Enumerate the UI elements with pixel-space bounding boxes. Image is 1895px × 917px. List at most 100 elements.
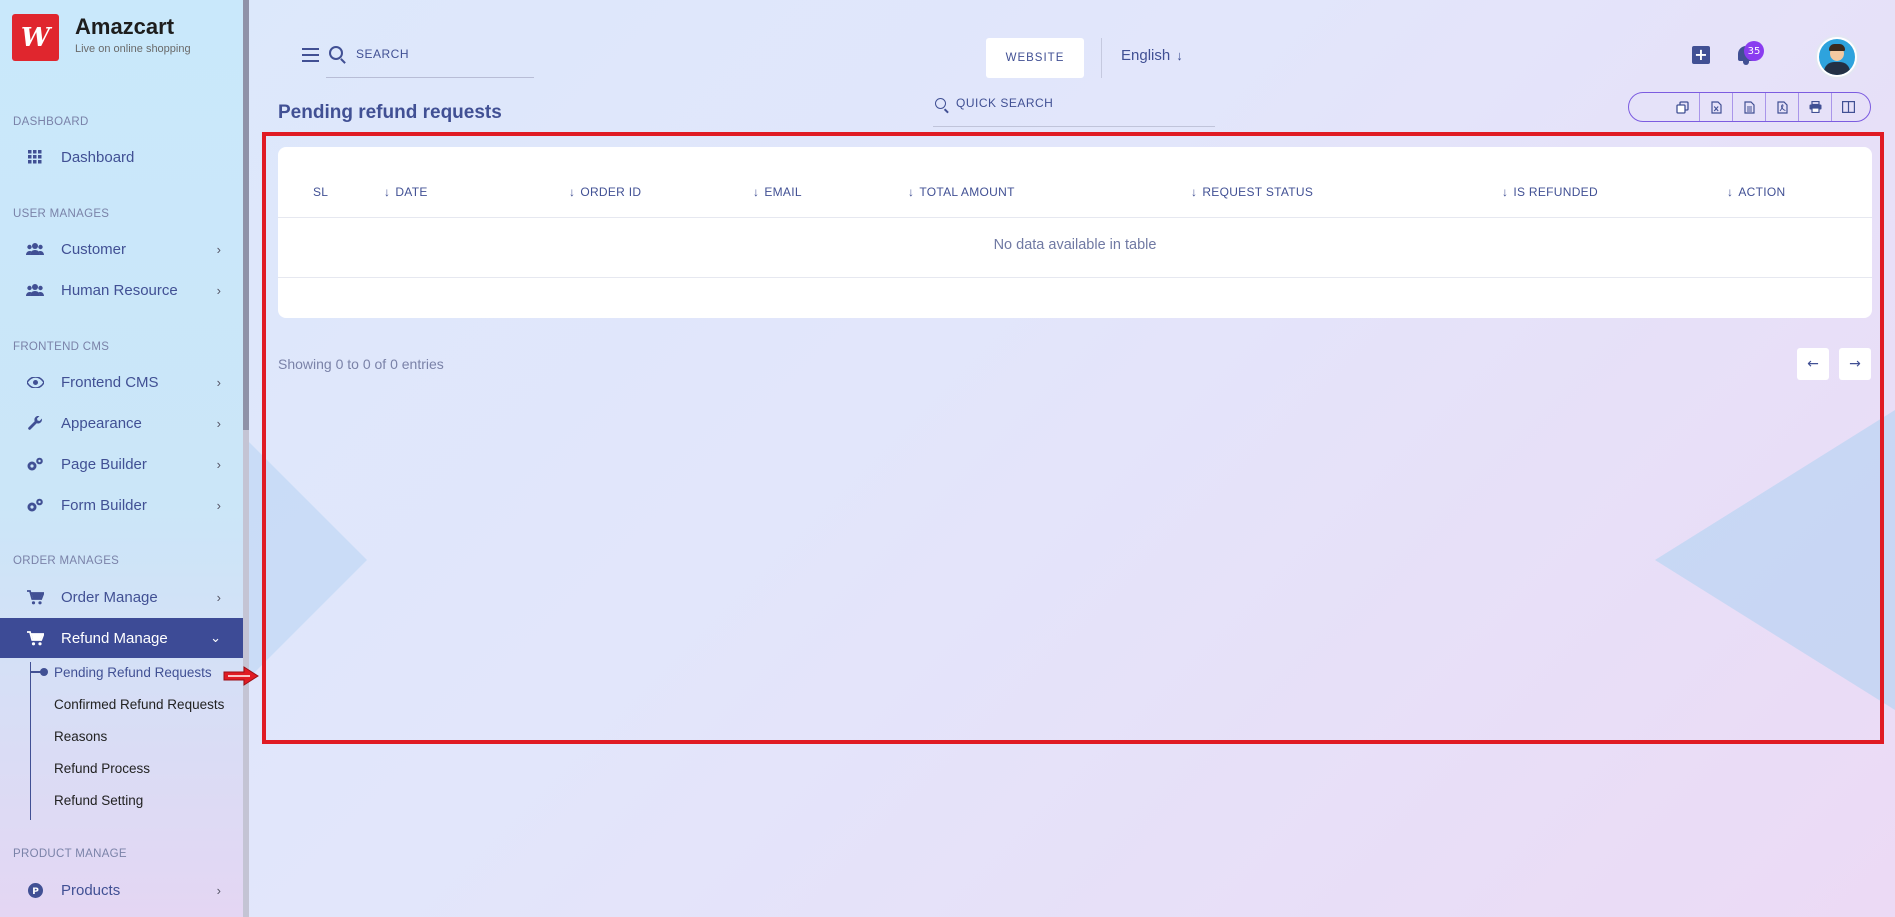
column-header-is-refunded[interactable]: ↓ IS REFUNDED <box>1502 185 1598 199</box>
column-header-label: ACTION <box>1738 185 1786 199</box>
sidebar-item-appearance[interactable]: Appearance › <box>0 403 243 443</box>
grid-icon <box>26 148 44 166</box>
pagination-previous-button[interactable]: ← <box>1797 348 1829 380</box>
table-info: Showing 0 to 0 of 0 entries <box>278 356 444 372</box>
sidebar-subitem-refund-process[interactable]: Refund Process <box>54 761 150 776</box>
sidebar-subitem-confirmed-refund-requests[interactable]: Confirmed Refund Requests <box>54 697 224 712</box>
section-label-order-manages: ORDER MANAGES <box>13 555 120 567</box>
sidebar-item-label: Refund Manage <box>61 629 168 647</box>
menu-toggle-icon[interactable] <box>302 48 319 62</box>
chevron-right-icon: › <box>216 241 221 257</box>
column-header-request-status[interactable]: ↓ REQUEST STATUS <box>1191 185 1313 199</box>
column-header-sl[interactable]: SL <box>313 185 328 199</box>
users-icon <box>26 240 44 258</box>
pdf-file-icon <box>1776 100 1788 114</box>
csv-export-button[interactable] <box>1732 93 1765 121</box>
sidebar-item-human-resource[interactable]: Human Resource › <box>0 270 243 310</box>
sidebar-item-label: Products <box>61 881 121 899</box>
brand[interactable]: W Amazcart Live on online shopping <box>12 14 191 61</box>
excel-file-icon <box>1710 100 1722 114</box>
wrench-icon <box>26 414 44 432</box>
sidebar-scrollbar[interactable] <box>243 0 249 917</box>
column-header-label: REQUEST STATUS <box>1202 185 1314 199</box>
columns-icon <box>1841 101 1855 113</box>
notification-count-badge: 35 <box>1744 41 1764 61</box>
sidebar-subitem-refund-setting[interactable]: Refund Setting <box>54 793 143 808</box>
submenu-guide-line <box>30 662 31 820</box>
sort-arrow-icon: ↓ <box>1502 185 1509 199</box>
chevron-right-icon: › <box>216 497 221 513</box>
column-visibility-button[interactable] <box>1831 93 1864 121</box>
add-new-icon[interactable]: + <box>1692 46 1710 64</box>
chevron-right-icon: › <box>216 882 221 898</box>
user-avatar[interactable] <box>1815 35 1859 79</box>
sidebar-item-form-builder[interactable]: Form Builder › <box>0 485 243 525</box>
sidebar-item-dashboard[interactable]: Dashboard <box>0 137 243 177</box>
quick-search-input[interactable] <box>956 96 1206 110</box>
sidebar-item-refund-manage[interactable]: Refund Manage ⌄ <box>0 618 243 658</box>
chevron-right-icon: › <box>216 374 221 390</box>
sidebar-item-customer[interactable]: Customer › <box>0 229 243 269</box>
column-header-email[interactable]: ↓ EMAIL <box>753 185 802 199</box>
quick-search-box <box>933 95 1215 127</box>
column-header-action[interactable]: ↓ ACTION <box>1727 185 1785 199</box>
column-header-label: TOTAL AMOUNT <box>919 185 1015 199</box>
svg-text:P: P <box>32 887 39 897</box>
search-icon <box>935 98 946 109</box>
sidebar-item-page-builder[interactable]: Page Builder › <box>0 444 243 484</box>
pagination-next-button[interactable]: → <box>1839 348 1871 380</box>
sidebar-subitem-reasons[interactable]: Reasons <box>54 729 107 744</box>
sidebar-item-label: Dashboard <box>61 148 135 166</box>
sidebar-item-order-manage[interactable]: Order Manage › <box>0 577 243 617</box>
search-input[interactable] <box>356 47 526 61</box>
sidebar-item-products[interactable]: P Products › <box>0 870 243 910</box>
copy-icon <box>1676 100 1689 114</box>
product-p-icon: P <box>26 881 44 899</box>
table-header-divider <box>278 217 1872 218</box>
sidebar: W Amazcart Live on online shopping DASHB… <box>0 0 243 917</box>
column-header-order-id[interactable]: ↓ ORDER ID <box>569 185 641 199</box>
search-icon <box>329 46 343 60</box>
language-selector[interactable]: English ↓ <box>1121 47 1183 64</box>
sidebar-item-frontend-cms[interactable]: Frontend CMS › <box>0 362 243 402</box>
column-header-label: IS REFUNDED <box>1513 185 1598 199</box>
chevron-down-icon: ⌄ <box>210 630 221 645</box>
sidebar-subitem-pending-refund-requests[interactable]: Pending Refund Requests <box>54 665 212 680</box>
copy-button[interactable] <box>1666 93 1699 121</box>
sidebar-item-label: Appearance <box>61 414 142 432</box>
column-header-label: DATE <box>395 185 428 199</box>
current-item-marker <box>30 668 48 676</box>
eye-icon <box>26 373 44 391</box>
gears-icon <box>26 496 44 514</box>
sidebar-scrollbar-thumb[interactable] <box>243 0 249 430</box>
sidebar-item-label: Human Resource <box>61 281 178 299</box>
print-button[interactable] <box>1798 93 1831 121</box>
sort-arrow-icon: ↓ <box>1191 185 1198 199</box>
pdf-export-button[interactable] <box>1765 93 1798 121</box>
chevron-right-icon: › <box>216 415 221 431</box>
column-header-label: EMAIL <box>764 185 802 199</box>
language-label: English <box>1121 47 1171 64</box>
website-button[interactable]: WEBSITE <box>986 38 1084 78</box>
sidebar-item-label: Customer <box>61 240 127 258</box>
table-row-divider <box>278 277 1872 278</box>
sidebar-item-label: Order Manage <box>61 588 158 606</box>
chevron-right-icon: › <box>216 456 221 472</box>
column-header-total-amount[interactable]: ↓ TOTAL AMOUNT <box>908 185 1015 199</box>
brand-name: Amazcart <box>75 14 175 39</box>
sort-arrow-icon: ↓ <box>908 185 915 199</box>
background-shape-right <box>1655 410 1895 710</box>
table-empty-message: No data available in table <box>993 237 1157 253</box>
refund-requests-table: SL ↓ DATE ↓ ORDER ID ↓ EMAIL ↓ TOTAL AMOUNT … <box>278 147 1872 318</box>
chevron-right-icon: › <box>216 589 221 605</box>
gears-icon <box>26 455 44 473</box>
brand-tagline: Live on online shopping <box>75 43 191 55</box>
sidebar-item-label: Form Builder <box>61 496 147 514</box>
csv-file-icon <box>1743 100 1755 114</box>
page-title: Pending refund requests <box>278 102 502 123</box>
brand-logo-icon: W <box>12 14 59 61</box>
section-label-user-manages: USER MANAGES <box>13 208 110 220</box>
column-header-date[interactable]: ↓ DATE <box>384 185 428 199</box>
sort-arrow-icon: ↓ <box>569 185 576 199</box>
excel-export-button[interactable] <box>1699 93 1732 121</box>
